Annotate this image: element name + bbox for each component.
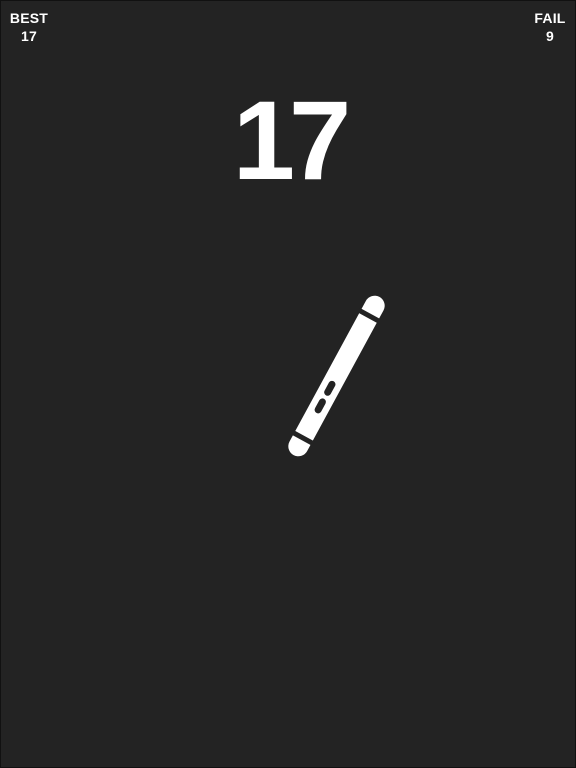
pen-icon[interactable] xyxy=(283,291,390,461)
pen-sprite[interactable] xyxy=(1,1,576,768)
game-stage[interactable]: BEST 17 FAIL 9 17 xyxy=(0,0,576,768)
